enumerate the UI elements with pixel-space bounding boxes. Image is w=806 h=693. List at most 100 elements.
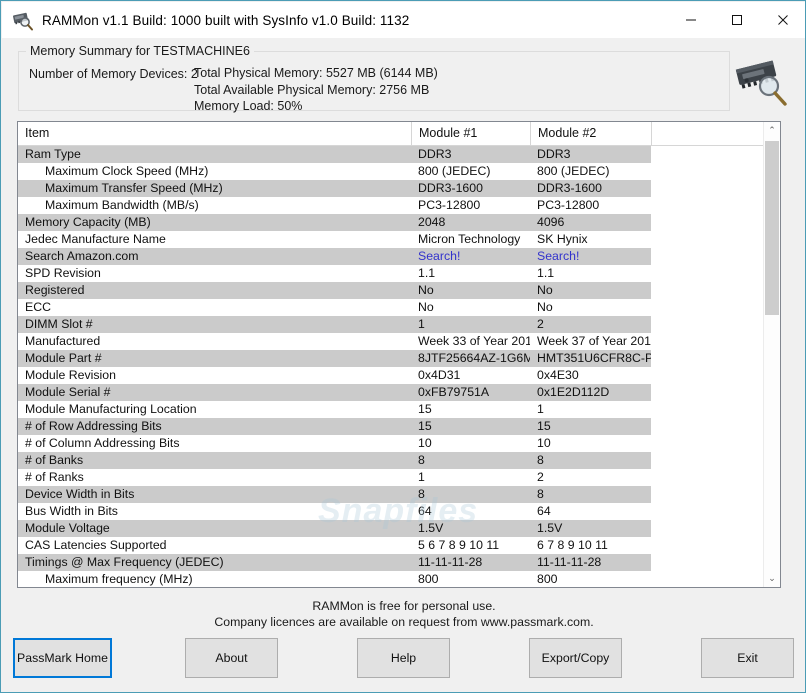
window-controls xyxy=(668,2,805,38)
module-1-value: 0xFB79751A xyxy=(418,385,490,399)
scroll-up-arrow-icon[interactable]: ⌃ xyxy=(764,122,780,139)
table-row[interactable]: # of Column Addressing Bits 10 10 xyxy=(18,435,764,452)
table-row[interactable]: # of Ranks 1 2 xyxy=(18,469,764,486)
table-row[interactable]: Maximum Clock Speed (MHz) 800 (JEDEC) 800 … xyxy=(18,163,764,180)
module-1-value: 1.5V xyxy=(418,521,444,535)
table-row[interactable]: Manufactured Week 33 of Year 2012 Week 37 … xyxy=(18,333,764,350)
table-row[interactable]: Registered No No xyxy=(18,282,764,299)
table-row[interactable]: # of Banks 8 8 xyxy=(18,452,764,469)
scroll-down-arrow-icon[interactable]: ⌄ xyxy=(764,570,780,587)
module-1-value: 8 xyxy=(418,487,425,501)
module-1-value: 64 xyxy=(418,504,432,518)
row-label: Jedec Manufacture Name xyxy=(25,232,166,246)
vertical-scrollbar[interactable]: ⌃ ⌄ xyxy=(763,122,780,587)
module-1-value: 1 xyxy=(418,470,425,484)
row-label: # of Column Addressing Bits xyxy=(25,436,180,450)
module-1-value: DDR3-1600 xyxy=(418,181,483,195)
row-label: DIMM Slot # xyxy=(25,317,93,331)
export-copy-button[interactable]: Export/Copy xyxy=(529,638,622,678)
module-2-value: DDR3 xyxy=(537,147,571,161)
row-label: Timings @ Max Frequency (JEDEC) xyxy=(25,555,224,569)
module-2-value: SK Hynix xyxy=(537,232,588,246)
column-header-item[interactable]: Item xyxy=(18,122,411,145)
module-2-value: 2 xyxy=(537,470,544,484)
table-row[interactable]: Module Manufacturing Location 15 1 xyxy=(18,401,764,418)
table-row[interactable]: SPD Revision 1.1 1.1 xyxy=(18,265,764,282)
module-1-value: 8 xyxy=(418,453,425,467)
memory-details-table: Item Module #1 Module #2 Ram Type DDR3 DDR… xyxy=(17,121,781,588)
table-row[interactable]: Maximum Transfer Speed (MHz) DDR3-1600 DDR… xyxy=(18,180,764,197)
memory-load: Memory Load: 50% xyxy=(194,99,303,113)
row-label: Manufactured xyxy=(25,334,101,348)
module-1-value: 15 xyxy=(418,419,432,433)
module-1-value: 5 6 7 8 9 10 11 xyxy=(418,538,500,552)
module-2-value: 4096 xyxy=(537,215,565,229)
module-1-value: 8JTF25664AZ-1G6M1 xyxy=(418,351,530,365)
table-row[interactable]: Jedec Manufacture Name Micron Technology S… xyxy=(18,231,764,248)
row-label: Search Amazon.com xyxy=(25,249,139,263)
row-label: Module Manufacturing Location xyxy=(25,402,197,416)
table-row[interactable]: CAS Latencies Supported 5 6 7 8 9 10 11 6 … xyxy=(18,537,764,554)
table-row[interactable]: Ram Type DDR3 DDR3 xyxy=(18,146,764,163)
row-label: # of Banks xyxy=(25,453,84,467)
table-row[interactable]: Module Serial # 0xFB79751A 0x1E2D112D xyxy=(18,384,764,401)
row-label: Module Part # xyxy=(25,351,102,365)
module-1-value: 10 xyxy=(418,436,432,450)
about-button[interactable]: About xyxy=(185,638,278,678)
row-label: Bus Width in Bits xyxy=(25,504,118,518)
table-row[interactable]: ECC No No xyxy=(18,299,764,316)
module-1-value: 1 xyxy=(418,317,425,331)
app-icon xyxy=(12,9,34,31)
column-header-module-1[interactable]: Module #1 xyxy=(411,122,530,145)
help-button[interactable]: Help xyxy=(357,638,450,678)
scrollbar-thumb[interactable] xyxy=(765,141,779,315)
passmark-home-button[interactable]: PassMark Home xyxy=(13,638,112,678)
table-row[interactable]: Bus Width in Bits 64 64 xyxy=(18,503,764,520)
amazon-search-link-module-2[interactable]: Search! xyxy=(537,249,579,263)
ram-module-magnifier-icon xyxy=(734,54,792,108)
module-2-value: 6 7 8 9 10 11 xyxy=(537,538,608,552)
footer-notice: RAMMon is free for personal use. Company… xyxy=(1,598,805,630)
minimize-button[interactable] xyxy=(668,2,714,38)
module-2-value[interactable]: Search! xyxy=(537,248,651,265)
column-header-module-2[interactable]: Module #2 xyxy=(530,122,651,145)
module-1-value[interactable]: Search! xyxy=(418,248,530,265)
row-label: Module Serial # xyxy=(25,385,111,399)
exit-button[interactable]: Exit xyxy=(701,638,794,678)
table-row[interactable]: # of Row Addressing Bits 15 15 xyxy=(18,418,764,435)
table-row[interactable]: Module Part # 8JTF25664AZ-1G6M1 HMT351U6CF… xyxy=(18,350,764,367)
table-row[interactable]: Maximum frequency (MHz) 800 800 xyxy=(18,571,764,587)
row-label: SPD Revision xyxy=(25,266,101,280)
table-row[interactable]: Module Revision 0x4D31 0x4E30 xyxy=(18,367,764,384)
table-row[interactable]: Timings @ Max Frequency (JEDEC) 11-11-11-… xyxy=(18,554,764,571)
module-1-value: No xyxy=(418,283,434,297)
module-1-value: 800 xyxy=(418,572,439,586)
module-2-value: HMT351U6CFR8C-PB xyxy=(537,351,651,365)
module-1-value: No xyxy=(418,300,434,314)
footer-line-2: Company licences are available on reques… xyxy=(214,615,594,629)
module-2-value: PC3-12800 xyxy=(537,198,600,212)
memory-device-count: Number of Memory Devices: 2 xyxy=(29,67,198,81)
close-icon xyxy=(778,15,788,25)
maximize-button[interactable] xyxy=(714,2,760,38)
module-1-value: PC3-12800 xyxy=(418,198,481,212)
table-row[interactable]: DIMM Slot # 1 2 xyxy=(18,316,764,333)
module-1-value: Micron Technology xyxy=(418,232,521,246)
table-row[interactable]: Memory Capacity (MB) 2048 4096 xyxy=(18,214,764,231)
module-2-value: 1 xyxy=(537,402,544,416)
module-2-value: 8 xyxy=(537,453,544,467)
module-2-value: 0x1E2D112D xyxy=(537,385,610,399)
table-row[interactable]: Device Width in Bits 8 8 xyxy=(18,486,764,503)
row-label: Registered xyxy=(25,283,85,297)
module-2-value: Week 37 of Year 2012 xyxy=(537,334,651,348)
module-2-value: 800 (JEDEC) xyxy=(537,164,610,178)
module-1-value: DDR3 xyxy=(418,147,452,161)
amazon-search-link-module-1[interactable]: Search! xyxy=(418,249,460,263)
table-row[interactable]: Maximum Bandwidth (MB/s) PC3-12800 PC3-128… xyxy=(18,197,764,214)
close-button[interactable] xyxy=(760,2,805,38)
row-label: # of Row Addressing Bits xyxy=(25,419,162,433)
module-2-value: 15 xyxy=(537,419,551,433)
table-row[interactable]: Search Amazon.com Search! Search! xyxy=(18,248,764,265)
module-1-value: 0x4D31 xyxy=(418,368,461,382)
table-row[interactable]: Module Voltage 1.5V 1.5V xyxy=(18,520,764,537)
